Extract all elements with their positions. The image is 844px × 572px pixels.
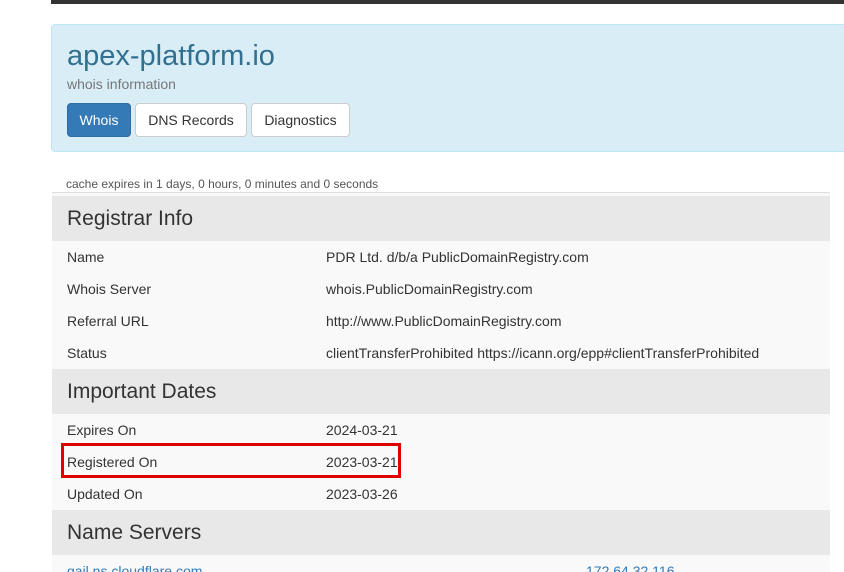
nameserver-link[interactable]: gail.ns.cloudflare.com xyxy=(67,555,202,572)
table-row: Updated On 2023-03-26 xyxy=(52,478,830,510)
row-value: 2023-03-21 xyxy=(326,454,398,470)
domain-title: apex-platform.io xyxy=(67,40,275,72)
row-key: Whois Server xyxy=(67,281,152,297)
table-row: Expires On 2024-03-21 xyxy=(52,414,830,446)
row-key: Status xyxy=(67,345,107,361)
row-key: Registered On xyxy=(67,454,158,470)
top-navbar xyxy=(51,0,844,4)
row-value: 2023-03-26 xyxy=(326,486,398,502)
section-heading-registrar: Registrar Info xyxy=(52,196,830,241)
nameserver-ip-link[interactable]: 172.64.32.116 xyxy=(586,555,675,572)
row-key: Updated On xyxy=(67,486,143,502)
row-value: PDR Ltd. d/b/a PublicDomainRegistry.com xyxy=(326,249,589,265)
row-value: whois.PublicDomainRegistry.com xyxy=(326,281,533,297)
table-row: Registered On 2023-03-21 xyxy=(52,446,830,478)
tab-diagnostics[interactable]: Diagnostics xyxy=(251,103,350,137)
row-key: Name xyxy=(67,249,105,265)
row-value: http://www.PublicDomainRegistry.com xyxy=(326,313,562,329)
table-row: Whois Server whois.PublicDomainRegistry.… xyxy=(52,273,830,305)
row-key: Referral URL xyxy=(67,313,149,329)
section-heading-dates: Important Dates xyxy=(52,369,830,414)
nameserver-row: gail.ns.cloudflare.com 172.64.32.116 xyxy=(52,555,830,572)
table-row: Referral URL http://www.PublicDomainRegi… xyxy=(52,305,830,337)
header-jumbotron: apex-platform.io whois information Whois… xyxy=(51,24,844,152)
tab-whois[interactable]: Whois xyxy=(67,103,131,137)
page-subtitle: whois information xyxy=(67,76,176,92)
cache-notice: cache expires in 1 days, 0 hours, 0 minu… xyxy=(66,177,379,191)
table-row: Name PDR Ltd. d/b/a PublicDomainRegistry… xyxy=(52,241,830,273)
row-value: clientTransferProhibited https://icann.o… xyxy=(326,345,760,361)
table-row: Status clientTransferProhibited https://… xyxy=(52,337,830,369)
whois-panel: Registrar Info Name PDR Ltd. d/b/a Publi… xyxy=(52,192,830,572)
tab-dns-records[interactable]: DNS Records xyxy=(135,103,247,137)
section-heading-nameservers: Name Servers xyxy=(52,510,830,555)
row-key: Expires On xyxy=(67,422,137,438)
row-value: 2024-03-21 xyxy=(326,422,398,438)
